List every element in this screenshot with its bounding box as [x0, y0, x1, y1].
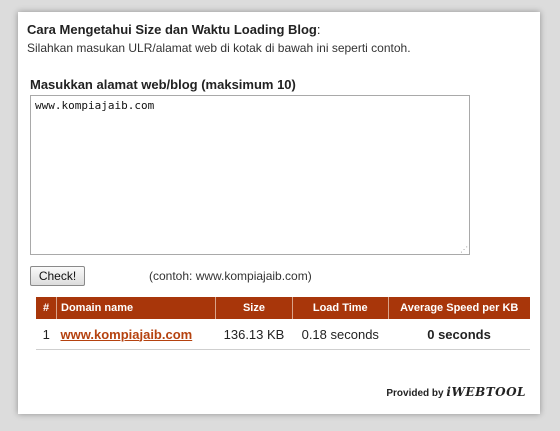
tool-panel: Cara Mengetahui Size dan Waktu Loading B…: [18, 12, 540, 414]
row-number: 1: [36, 319, 57, 350]
example-hint: (contoh: www.kompiajaib.com): [149, 269, 312, 283]
iwebtool-logo[interactable]: iWEBTOOL: [446, 385, 526, 399]
table-row: 1 www.kompiajaib.com 136.13 KB 0.18 seco…: [36, 319, 530, 350]
col-number: #: [36, 297, 57, 319]
col-load-time: Load Time: [292, 297, 389, 319]
domain-link[interactable]: www.kompiajaib.com: [61, 327, 193, 342]
row-load-time: 0.18 seconds: [292, 319, 389, 350]
page-title: Cara Mengetahui Size dan Waktu Loading B…: [27, 22, 321, 37]
col-speed: Average Speed per KB: [388, 297, 530, 319]
page-subtitle: Silahkan masukan ULR/alamat web di kotak…: [27, 41, 411, 55]
col-size: Size: [215, 297, 293, 319]
col-domain: Domain name: [56, 297, 216, 319]
row-speed: 0 seconds: [388, 319, 530, 350]
table-header-row: # Domain name Size Load Time Average Spe…: [36, 297, 530, 319]
check-button[interactable]: Check!: [30, 266, 85, 286]
row-domain-cell: www.kompiajaib.com: [56, 319, 216, 350]
results-table: # Domain name Size Load Time Average Spe…: [36, 297, 530, 350]
url-field-label: Masukkan alamat web/blog (maksimum 10): [30, 77, 296, 92]
url-textarea[interactable]: www.kompiajaib.com: [30, 95, 470, 255]
resize-grip-icon[interactable]: ⋰: [460, 246, 468, 254]
row-size: 136.13 KB: [215, 319, 293, 350]
provided-by: Provided by iWEBTOOL: [386, 385, 526, 399]
